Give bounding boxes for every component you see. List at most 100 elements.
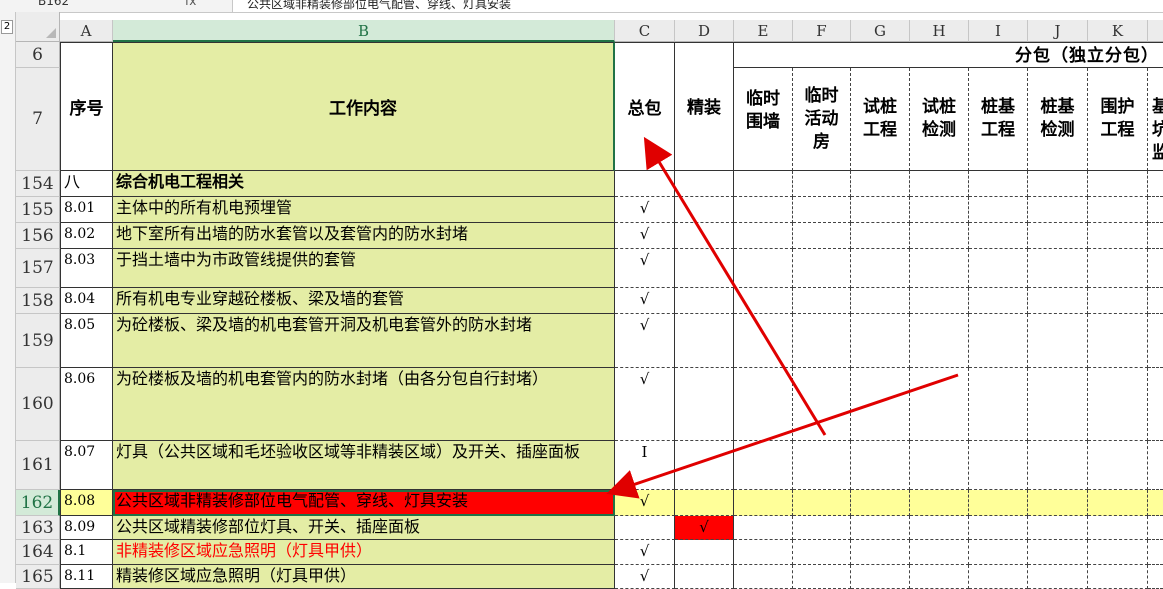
cell-work-content[interactable]: 灯具（公共区域和毛坯验收区域等非精装区域）及开关、插座面板 <box>113 441 615 490</box>
column-header-e[interactable]: E <box>734 20 793 42</box>
cell-subcontract[interactable] <box>1148 288 1163 314</box>
column-header-j[interactable]: J <box>1028 20 1088 42</box>
cell-subcontract[interactable] <box>1088 197 1148 223</box>
column-header-d[interactable]: D <box>675 20 734 42</box>
cell-subcontract[interactable] <box>1028 565 1088 589</box>
cell-seq[interactable]: 8.09 <box>60 516 113 540</box>
cell-work-content[interactable]: 公共区域精装修部位灯具、开关、插座面板 <box>113 516 615 540</box>
cell-general-contractor[interactable]: √ <box>615 288 675 314</box>
cell-subcontract[interactable] <box>910 249 969 288</box>
cell-finish[interactable] <box>675 288 734 314</box>
cell-work-content[interactable]: 公共区域非精装修部位电气配管、穿线、灯具安装 <box>113 490 615 516</box>
cell-subcontract[interactable] <box>969 540 1028 565</box>
cell-finish[interactable] <box>675 565 734 589</box>
cell-subcontract[interactable] <box>793 288 851 314</box>
cell-subcontract[interactable] <box>793 171 851 197</box>
cell-seq[interactable]: 8.1 <box>60 540 113 565</box>
cell-subcontract[interactable] <box>734 516 793 540</box>
cell-subcontract[interactable] <box>1028 441 1088 490</box>
cell-subcontract[interactable] <box>1148 368 1163 441</box>
cell-general-contractor[interactable]: √ <box>615 314 675 368</box>
cell-work-content[interactable]: 主体中的所有机电预埋管 <box>113 197 615 223</box>
cell-subcontract[interactable] <box>793 441 851 490</box>
cell-finish[interactable]: √ <box>675 516 734 540</box>
cell-subcontract[interactable] <box>734 171 793 197</box>
cell-subcontract[interactable] <box>910 171 969 197</box>
column-header-i[interactable]: I <box>969 20 1028 42</box>
cell-general-contractor[interactable]: √ <box>615 249 675 288</box>
cell-subcontract[interactable] <box>734 249 793 288</box>
row-header-164[interactable]: 164 <box>16 540 60 565</box>
cell-subcontract[interactable] <box>1148 540 1163 565</box>
cell-general-contractor[interactable]: √ <box>615 197 675 223</box>
cell-subcontract[interactable] <box>734 540 793 565</box>
cell-seq[interactable]: 八 <box>60 171 113 197</box>
cell-subcontract[interactable] <box>734 314 793 368</box>
cell-subcontract[interactable] <box>851 441 910 490</box>
cell-finish[interactable] <box>675 540 734 565</box>
cell-work-content[interactable]: 精装修区域应急照明（灯具甲供） <box>113 565 615 589</box>
cell-subcontract[interactable] <box>1148 197 1163 223</box>
cell-subcontract[interactable] <box>851 249 910 288</box>
cell-work-content[interactable]: 为砼楼板及墙的机电套管内的防水封堵（由各分包自行封堵） <box>113 368 615 441</box>
cell-subcontract[interactable] <box>851 540 910 565</box>
cell-subcontract[interactable] <box>1028 223 1088 249</box>
cell-subcontract[interactable] <box>969 441 1028 490</box>
cell-subcontract[interactable] <box>1148 516 1163 540</box>
cell-subcontract[interactable] <box>793 565 851 589</box>
cell-work-content[interactable]: 于挡土墙中为市政管线提供的套管 <box>113 249 615 288</box>
cell-subcontract[interactable] <box>1088 490 1148 516</box>
cell-subcontract[interactable] <box>734 197 793 223</box>
cell-finish[interactable] <box>675 223 734 249</box>
cell-subcontract[interactable] <box>910 441 969 490</box>
cell-subcontract[interactable] <box>793 314 851 368</box>
row-header-7[interactable]: 7 <box>16 68 60 171</box>
cell-work-content[interactable]: 地下室所有出墙的防水套管以及套管内的防水封堵 <box>113 223 615 249</box>
row-header-159[interactable]: 159 <box>16 314 60 368</box>
cell-general-contractor[interactable] <box>615 516 675 540</box>
cell-subcontract[interactable] <box>910 565 969 589</box>
row-header-158[interactable]: 158 <box>16 288 60 314</box>
cell-subcontract[interactable] <box>1088 565 1148 589</box>
cell-subcontract[interactable] <box>969 314 1028 368</box>
cell-subcontract[interactable] <box>851 197 910 223</box>
cell-subcontract[interactable] <box>793 490 851 516</box>
cell-subcontract[interactable] <box>969 249 1028 288</box>
fx-icon[interactable]: fx <box>185 0 196 8</box>
cell-general-contractor[interactable]: √ <box>615 223 675 249</box>
cell-subcontract[interactable] <box>851 368 910 441</box>
cell-subcontract[interactable] <box>969 223 1028 249</box>
cell-subcontract[interactable] <box>910 368 969 441</box>
cell-general-contractor[interactable]: √ <box>615 565 675 589</box>
cell-seq[interactable]: 8.03 <box>60 249 113 288</box>
cell-finish[interactable] <box>675 441 734 490</box>
cell-subcontract[interactable] <box>969 490 1028 516</box>
cell-subcontract[interactable] <box>1088 171 1148 197</box>
cell-subcontract[interactable] <box>910 223 969 249</box>
cell-subcontract[interactable] <box>1088 368 1148 441</box>
cell-subcontract[interactable] <box>1028 368 1088 441</box>
cell-general-contractor[interactable]: √ <box>615 368 675 441</box>
cell-seq[interactable]: 8.11 <box>60 565 113 589</box>
cell-finish[interactable] <box>675 171 734 197</box>
column-header-c[interactable]: C <box>615 20 675 42</box>
cell-subcontract[interactable] <box>1148 441 1163 490</box>
cell-subcontract[interactable] <box>793 249 851 288</box>
cell-subcontract[interactable] <box>793 516 851 540</box>
column-header-k[interactable]: K <box>1088 20 1148 42</box>
row-header-162[interactable]: 162 <box>16 490 60 516</box>
cell-seq[interactable]: 8.02 <box>60 223 113 249</box>
cell-subcontract[interactable] <box>1028 249 1088 288</box>
cell-subcontract[interactable] <box>734 368 793 441</box>
cell-subcontract[interactable] <box>851 516 910 540</box>
cell-seq[interactable]: 8.05 <box>60 314 113 368</box>
cell-subcontract[interactable] <box>851 288 910 314</box>
cell-subcontract[interactable] <box>910 490 969 516</box>
outline-level-button[interactable]: 2 <box>1 20 13 34</box>
cell-subcontract[interactable] <box>910 288 969 314</box>
cell-subcontract[interactable] <box>851 171 910 197</box>
cell-work-content[interactable]: 非精装修区域应急照明（灯具甲供） <box>113 540 615 565</box>
row-header-156[interactable]: 156 <box>16 223 60 249</box>
cell-subcontract[interactable] <box>969 171 1028 197</box>
cell-finish[interactable] <box>675 368 734 441</box>
